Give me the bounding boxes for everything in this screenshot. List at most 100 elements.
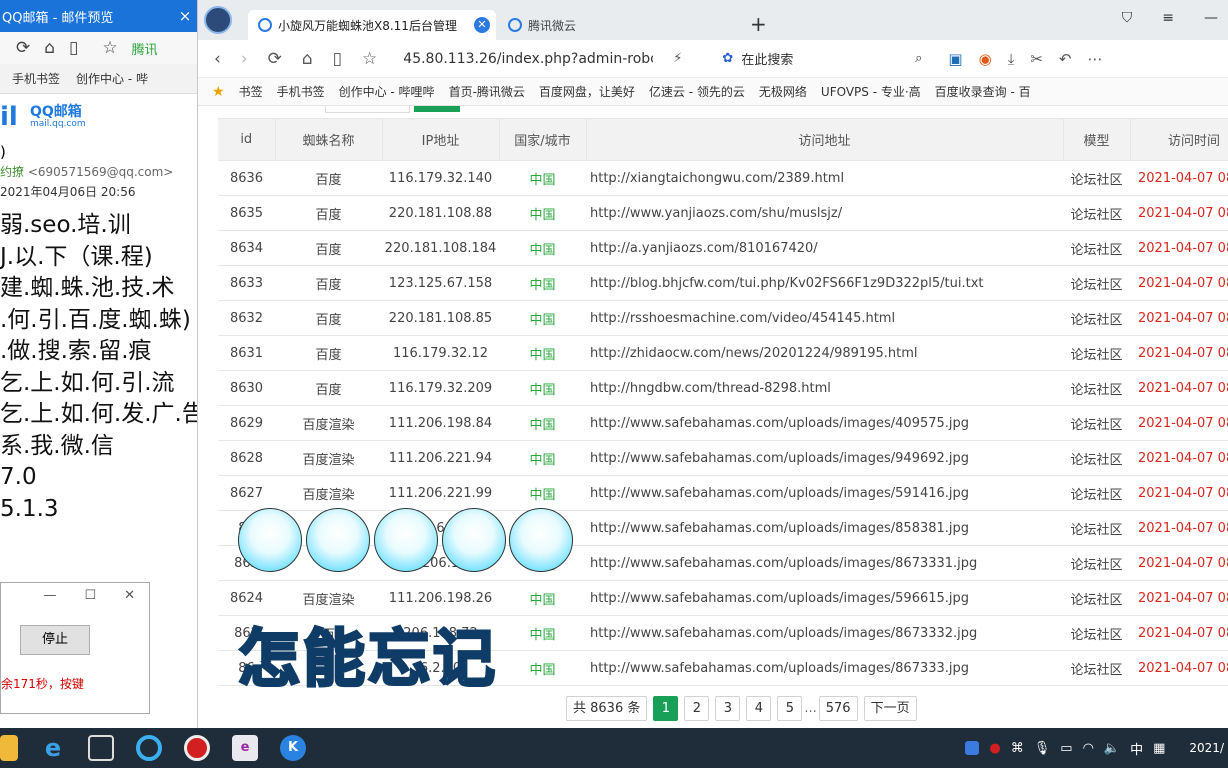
page-5[interactable]: 5 [777, 696, 803, 721]
download-icon[interactable]: ⤓ [1008, 50, 1015, 68]
bookmark-item[interactable]: 无极网络 [759, 83, 807, 100]
column-header[interactable]: IP地址 [382, 118, 500, 161]
minimize-icon[interactable]: — [1204, 10, 1218, 26]
wifi-icon[interactable]: ◠ [1083, 741, 1094, 756]
close-icon[interactable]: × [173, 7, 197, 25]
scissors-icon[interactable]: ✂ [1030, 50, 1043, 68]
table-row[interactable]: 8627 百度渲染 111.206.221.99 中国 http://www.safeb… [218, 475, 1228, 511]
cell-url[interactable]: http://hngdbw.com/thread-8298.html [586, 370, 1063, 406]
table-row[interactable]: 8631 百度 116.179.32.12 中国 http://zhidaocw.com… [218, 335, 1228, 371]
browser-e-icon[interactable]: e [232, 735, 258, 761]
bookmark-item[interactable]: 创作中心 - 哔 [76, 70, 148, 87]
forward-icon[interactable]: › [241, 49, 248, 69]
next-page-button[interactable]: 下一页 [863, 696, 917, 721]
cell-url[interactable]: http://a.yanjiaozs.com/810167420/ [586, 230, 1063, 266]
k-tray-icon[interactable] [965, 741, 980, 755]
game-icon[interactable]: ◉ [979, 50, 992, 68]
ie-icon[interactable]: e [40, 735, 66, 761]
refresh-icon[interactable]: ⟳ [268, 49, 282, 69]
avatar[interactable] [204, 6, 232, 34]
stop-button[interactable]: 停止 [20, 625, 90, 655]
table-row[interactable]: 862206.1中国http://www.safebahamas.com/upl… [218, 545, 1228, 581]
search-button[interactable] [414, 106, 460, 112]
tab-admin[interactable]: 小旋风万能蜘蛛池X8.11后台管理 ✕ [248, 10, 496, 40]
search-icon[interactable]: ⌕ [915, 51, 922, 66]
back-icon[interactable]: ‹ [214, 49, 221, 69]
lightning-icon[interactable]: ⚡ [673, 51, 682, 66]
bookmark-item[interactable]: 手机书签 [277, 83, 325, 100]
record-icon[interactable] [184, 735, 210, 761]
menu-icon[interactable]: ≡ [1162, 10, 1174, 26]
bookmark-item[interactable]: 手机书签 [12, 70, 60, 87]
star-icon[interactable]: ☆ [362, 49, 377, 69]
edge-icon[interactable] [136, 735, 162, 761]
search-input[interactable]: ✿ 在此搜索 ⌕ [722, 49, 922, 68]
bookmark-item[interactable]: 创作中心 - 哔哩哔 [339, 83, 435, 100]
record-tray-icon[interactable]: ● [989, 741, 1000, 756]
clock[interactable]: 2021/ [1189, 741, 1224, 755]
column-header[interactable]: 访问时间 [1130, 118, 1228, 161]
network-tray-icon[interactable]: ⌘ [1011, 741, 1024, 756]
table-row[interactable]: 8628 百度渲染 111.206.221.94 中国 http://www.safeb… [218, 440, 1228, 476]
home-icon[interactable]: ⌂ [44, 38, 55, 58]
bookmark-item[interactable]: 百度收录查询 - 百 [935, 83, 1031, 100]
ime-indicator[interactable]: 中 [1130, 739, 1143, 758]
folder-icon[interactable] [0, 735, 18, 761]
url-input[interactable]: 45.80.113.26/index.php?admin-robc [403, 51, 653, 67]
tencent-label[interactable]: 腾讯 [132, 39, 158, 58]
k-app-icon[interactable]: K [280, 735, 306, 761]
refresh-icon[interactable]: ⟳ [16, 38, 30, 58]
reader-icon[interactable]: ▯ [69, 38, 78, 58]
page-1[interactable]: 1 [653, 696, 679, 721]
column-header[interactable]: id [218, 118, 276, 161]
close-icon[interactable]: ✕ [124, 588, 135, 603]
page-3[interactable]: 3 [715, 696, 741, 721]
keyboard-icon[interactable]: ▦ [1153, 741, 1165, 756]
table-row[interactable]: 8634 百度 220.181.108.184 中国 http://a.yanjiaoz… [218, 230, 1228, 266]
cell-url[interactable]: http://xiangtaichongwu.com/2389.html [586, 160, 1063, 196]
table-row[interactable]: 8629 百度渲染 111.206.198.84 中国 http://www.safeb… [218, 405, 1228, 441]
reader-icon[interactable]: ▯ [333, 49, 342, 69]
column-header[interactable]: 国家/城市 [499, 118, 587, 161]
cell-url[interactable]: http://zhidaocw.com/news/20201224/989195… [586, 335, 1063, 371]
maximize-icon[interactable]: ☐ [84, 588, 96, 603]
cell-url[interactable]: http://www.safebahamas.com/uploads/image… [586, 545, 1063, 581]
extension-icon[interactable]: ▣ [948, 50, 962, 68]
cell-url[interactable]: http://www.safebahamas.com/uploads/image… [586, 475, 1063, 511]
close-icon[interactable]: ✕ [474, 17, 490, 33]
shirt-icon[interactable]: ⛉ [1122, 10, 1133, 26]
cell-url[interactable]: http://www.safebahamas.com/uploads/image… [586, 580, 1063, 616]
volume-icon[interactable]: 🔈 [1104, 741, 1120, 756]
mic-icon[interactable]: 🎙 [1034, 741, 1051, 756]
bookmark-item[interactable]: 亿速云 - 领先的云 [649, 83, 745, 100]
minimize-icon[interactable]: — [43, 588, 56, 603]
bookmark-item[interactable]: 百度网盘，让美好 [539, 83, 635, 100]
new-tab-icon[interactable]: + [750, 12, 767, 36]
cell-url[interactable]: http://www.safebahamas.com/uploads/image… [586, 405, 1063, 441]
table-row[interactable]: 8633 百度 123.125.67.158 中国 http://blog.bhjcfw… [218, 265, 1228, 301]
cell-url[interactable]: http://blog.bhjcfw.com/tui.php/Kv02FS66F… [586, 265, 1063, 301]
column-header[interactable]: 模型 [1063, 118, 1131, 161]
table-row[interactable]: 8630 百度 116.179.32.209 中国 http://hngdbw.com/… [218, 370, 1228, 406]
column-header[interactable]: 蜘蛛名称 [275, 118, 383, 161]
table-row[interactable]: 8635 百度 220.181.108.88 中国 http://www.yanjiao… [218, 195, 1228, 231]
page-last[interactable]: 576 [818, 696, 858, 721]
cell-url[interactable]: http://www.safebahamas.com/uploads/image… [586, 440, 1063, 476]
bookmark-item[interactable]: 首页-腾讯微云 [449, 83, 525, 100]
filter-input[interactable] [325, 106, 410, 113]
bookmark-item[interactable]: UFOVPS - 专业·高 [821, 83, 921, 100]
tab-weiyun[interactable]: 腾讯微云 [498, 10, 728, 40]
cell-url[interactable]: http://www.safebahamas.com/uploads/image… [586, 615, 1063, 651]
column-header[interactable]: 访问地址 [586, 118, 1064, 161]
bookmark-item[interactable]: 书签 [239, 83, 263, 100]
page-4[interactable]: 4 [746, 696, 772, 721]
battery-icon[interactable]: ▭ [1060, 741, 1072, 756]
cell-url[interactable]: http://www.safebahamas.com/uploads/image… [586, 510, 1063, 546]
remote-desktop-icon[interactable] [88, 735, 114, 761]
table-row[interactable]: 8636 百度 116.179.32.140 中国 http://xiangtaicho… [218, 160, 1228, 196]
table-row[interactable]: 8632 百度 220.181.108.85 中国 http://rsshoesmach… [218, 300, 1228, 336]
undo-icon[interactable]: ↶ [1059, 50, 1072, 68]
more-icon[interactable]: ⋯ [1088, 50, 1103, 68]
star-icon[interactable]: ☆ [102, 38, 117, 58]
cell-url[interactable]: http://rsshoesmachine.com/video/454145.h… [586, 300, 1063, 336]
